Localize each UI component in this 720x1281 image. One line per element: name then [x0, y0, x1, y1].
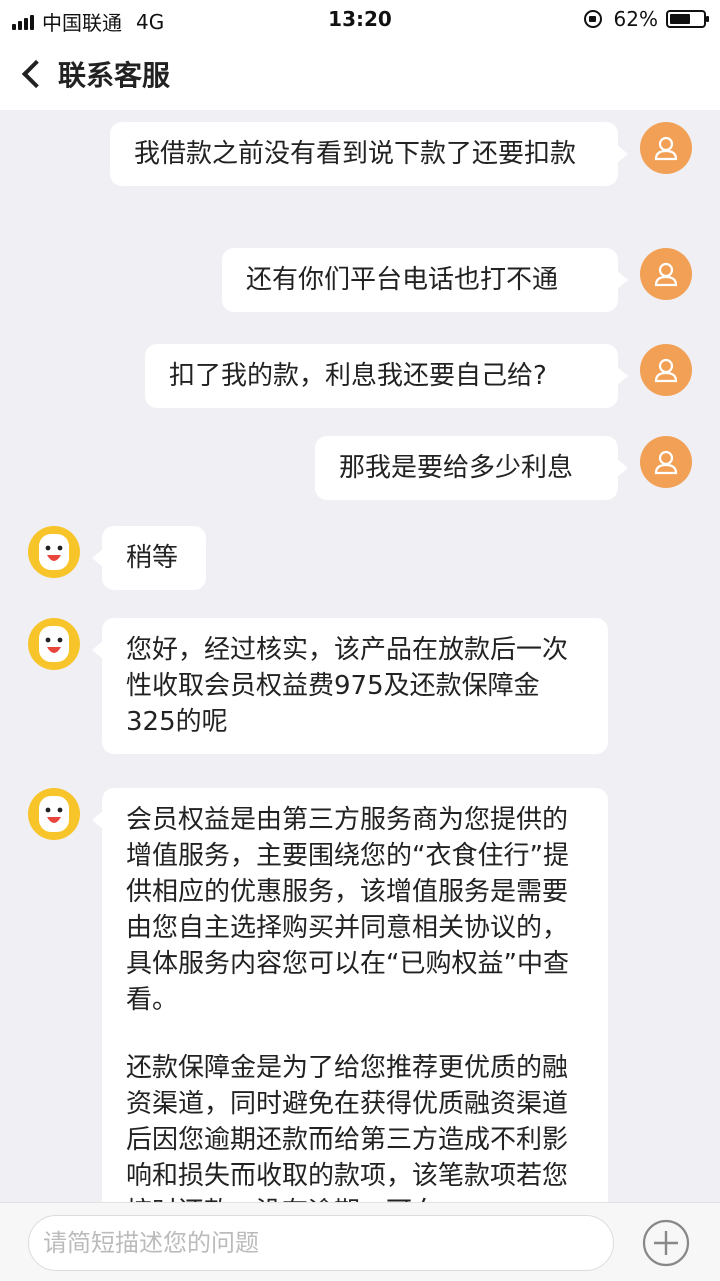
back-button[interactable]: 联系客服 — [16, 54, 170, 94]
page-title: 联系客服 — [58, 59, 171, 92]
user-icon — [654, 136, 678, 161]
user-icon — [654, 262, 678, 287]
user-avatar[interactable] — [640, 436, 692, 488]
battery-fill — [670, 14, 690, 24]
battery-icon — [666, 10, 709, 28]
user-avatar[interactable] — [640, 344, 692, 396]
chat-list[interactable]: 我借款之前没有看到说下款了还要扣款 还有你们平台电话也打不通 扣了我的款，利息我… — [0, 110, 720, 1202]
mascot-icon — [28, 788, 80, 840]
status-right: 62% — [583, 7, 709, 31]
user-icon — [654, 358, 678, 383]
question-input[interactable] — [28, 1215, 614, 1271]
mascot-icon — [28, 526, 80, 578]
nav-bar: 联系客服 — [0, 40, 720, 110]
plus-circle-icon[interactable] — [642, 1219, 690, 1267]
agent-avatar[interactable] — [28, 526, 80, 578]
status-bar: 中国联通 4G 13:20 62% — [0, 0, 720, 40]
message-text: 您好，经过核实，该产品在放款后一次性收取会员权益费975及还款保障金325的呢 — [126, 635, 569, 737]
message-text: 那我是要给多少利息 — [339, 453, 574, 483]
input-bar — [0, 1202, 720, 1281]
user-message-bubble[interactable]: 还有你们平台电话也打不通 — [222, 248, 628, 312]
add-button[interactable] — [642, 1219, 690, 1267]
rotation-lock-icon — [583, 10, 602, 28]
battery-percent: 62% — [613, 7, 658, 31]
user-message-bubble[interactable]: 我借款之前没有看到说下款了还要扣款 — [110, 122, 628, 186]
agent-message-bubble[interactable]: 稍等 — [92, 526, 206, 590]
user-icon — [654, 450, 678, 475]
message-text: 扣了我的款，利息我还要自己给? — [169, 361, 547, 391]
user-message-bubble[interactable]: 那我是要给多少利息 — [315, 436, 628, 500]
agent-avatar[interactable] — [28, 788, 80, 840]
message-text: 我借款之前没有看到说下款了还要扣款 — [134, 139, 577, 169]
message-text: 还有你们平台电话也打不通 — [246, 265, 559, 295]
user-message-bubble[interactable]: 扣了我的款，利息我还要自己给? — [145, 344, 628, 408]
agent-avatar[interactable] — [28, 618, 80, 670]
agent-message-bubble[interactable]: 您好，经过核实，该产品在放款后一次性收取会员权益费975及还款保障金325的呢 — [92, 618, 608, 754]
message-text: 稍等 — [126, 543, 179, 573]
user-avatar[interactable] — [640, 122, 692, 174]
message-paragraph: 会员权益是由第三方服务商为您提供的增值服务，主要围绕您的“衣食住行”提供相应的优… — [126, 805, 569, 1015]
chevron-left-icon[interactable] — [21, 59, 51, 89]
user-avatar[interactable] — [640, 248, 692, 300]
mascot-icon — [28, 618, 80, 670]
message-paragraph: 还款保障金是为了给您推荐更优质的融资渠道，同时避免在获得优质融资渠道后因您逾期还… — [126, 1053, 569, 1202]
agent-message-bubble[interactable]: 会员权益是由第三方服务商为您提供的增值服务，主要围绕您的“衣食住行”提供相应的优… — [92, 788, 608, 1202]
